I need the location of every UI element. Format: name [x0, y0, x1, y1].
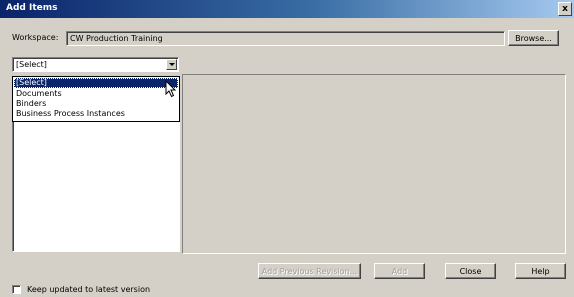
close-button[interactable]: Close: [445, 263, 496, 279]
type-select[interactable]: [Select]: [12, 57, 179, 72]
workspace-label: Workspace:: [12, 33, 59, 42]
dropdown-option-documents[interactable]: Documents: [14, 89, 178, 99]
close-icon[interactable]: x: [558, 2, 572, 16]
add-previous-revision-button[interactable]: Add Previous Revision...: [258, 263, 361, 279]
keep-updated-label: Keep updated to latest version: [27, 285, 151, 294]
dropdown-option-select[interactable]: [Select]: [14, 78, 178, 88]
type-select-value: [Select]: [16, 60, 47, 69]
keep-updated-checkbox[interactable]: [12, 285, 21, 294]
browse-button[interactable]: Browse...: [508, 30, 559, 46]
workspace-value: CW Production Training: [70, 34, 163, 43]
mouse-cursor-icon: [165, 80, 177, 98]
dropdown-option-business-process-instances[interactable]: Business Process Instances: [14, 109, 178, 119]
title-bar: Add Items x: [0, 0, 574, 18]
chevron-down-icon[interactable]: [166, 59, 177, 70]
workspace-field: CW Production Training: [66, 31, 505, 46]
help-button[interactable]: Help: [515, 263, 566, 279]
details-panel: [182, 74, 566, 254]
add-button[interactable]: Add: [374, 263, 425, 279]
type-dropdown-list[interactable]: [Select] Documents Binders Business Proc…: [12, 76, 180, 122]
window-title: Add Items: [6, 3, 58, 13]
dropdown-option-binders[interactable]: Binders: [14, 99, 178, 109]
